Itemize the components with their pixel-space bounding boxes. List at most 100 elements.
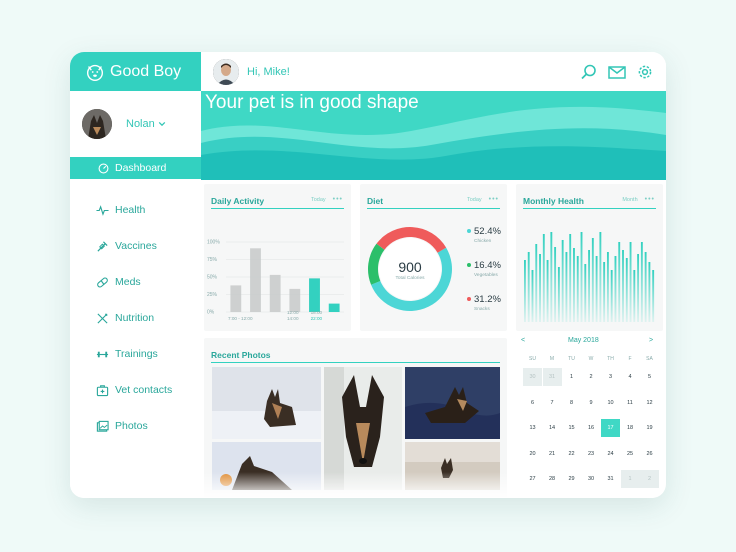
more-menu-icon[interactable]: •••: [489, 196, 499, 203]
calendar-weekday: SU: [529, 356, 536, 362]
health-bar: [550, 232, 553, 322]
sidebar-item-label: Vet contacts: [115, 384, 173, 396]
sidebar-item-health[interactable]: Health: [70, 192, 201, 228]
profile-switcher[interactable]: Nolan: [70, 91, 201, 157]
dumbbell-icon: [96, 351, 109, 357]
hero-banner: Your pet is in good shape: [201, 91, 666, 180]
calendar-day[interactable]: 17: [601, 419, 620, 437]
mail-icon[interactable]: [608, 64, 626, 80]
syringe-icon: [97, 240, 108, 252]
calendar-day[interactable]: 7: [543, 394, 562, 412]
health-bar: [610, 270, 613, 322]
health-bar: [648, 262, 651, 322]
health-bar: [580, 232, 583, 322]
heartbeat-icon: [96, 204, 109, 216]
calendar-day[interactable]: 3: [601, 368, 620, 386]
y-tick-label: 100%: [207, 240, 220, 246]
calendar-day[interactable]: 11: [621, 394, 640, 412]
calendar-day[interactable]: 25: [621, 445, 640, 463]
sidebar-item-label: Photos: [115, 420, 148, 432]
calendar-day[interactable]: 24: [601, 445, 620, 463]
calendar-day[interactable]: 8: [562, 394, 581, 412]
calendar-day[interactable]: 2: [640, 470, 659, 488]
sidebar-item-photos[interactable]: Photos: [70, 408, 201, 444]
calendar-day[interactable]: 21: [543, 445, 562, 463]
calendar-day[interactable]: 29: [562, 470, 581, 488]
calendar-day[interactable]: 23: [582, 445, 601, 463]
medical-kit-icon: [96, 384, 109, 396]
card-title: Recent Photos: [211, 350, 271, 360]
legend-label: Vegetables: [474, 273, 498, 278]
sidebar-item-label: Dashboard: [115, 162, 167, 174]
calendar-prev-button[interactable]: <: [521, 337, 525, 344]
health-bar: [618, 242, 621, 322]
calendar-day[interactable]: 31: [601, 470, 620, 488]
monthly-health-card: Monthly Health Month •••: [516, 184, 663, 331]
calendar-day[interactable]: 27: [523, 470, 542, 488]
calendar-day[interactable]: 13: [523, 419, 542, 437]
calendar-day[interactable]: 14: [543, 419, 562, 437]
calendar-day[interactable]: 20: [523, 445, 542, 463]
calendar-day[interactable]: 19: [640, 419, 659, 437]
dog-logo-icon: [86, 64, 104, 81]
calendar-day[interactable]: 9: [582, 394, 601, 412]
x-tick-label: 12:00: [287, 310, 299, 315]
sidebar-item-label: Nutrition: [115, 312, 155, 324]
sidebar-item-meds[interactable]: Meds: [70, 264, 201, 300]
sidebar-item-label: Vaccines: [115, 240, 157, 252]
calendar-day[interactable]: 6: [523, 394, 542, 412]
photos-fade: [204, 472, 507, 498]
hero-title: Your pet is in good shape: [205, 92, 419, 113]
period-dropdown[interactable]: Today: [467, 197, 482, 203]
calendar-next-button[interactable]: >: [649, 337, 653, 344]
health-bar: [569, 234, 572, 322]
sidebar-item-vaccines[interactable]: Vaccines: [70, 228, 201, 264]
health-bar: [599, 232, 602, 322]
greeting-text: Hi, Mike!: [247, 65, 290, 78]
brand-bar[interactable]: Good Boy: [70, 52, 201, 91]
sidebar-item-nutrition[interactable]: Nutrition: [70, 300, 201, 336]
sidebar: Good Boy Nolan Dashboard Health Vaccines: [70, 52, 201, 498]
health-bar: [629, 242, 632, 322]
calendar-day[interactable]: 28: [543, 470, 562, 488]
calendar-day[interactable]: 18: [621, 419, 640, 437]
user-avatar[interactable]: [213, 58, 239, 85]
calendar-day[interactable]: 22: [562, 445, 581, 463]
activity-bar: [289, 288, 301, 312]
calendar-day[interactable]: 15: [562, 419, 581, 437]
calendar-day[interactable]: 2: [582, 368, 601, 386]
calendar-day[interactable]: 26: [640, 445, 659, 463]
health-bar: [531, 270, 534, 322]
calendar-day[interactable]: 16: [582, 419, 601, 437]
legend-pct: 52.4%: [474, 226, 501, 237]
x-tick-label: 22:00: [311, 316, 323, 321]
activity-bar: [230, 285, 242, 312]
sidebar-item-trainings[interactable]: Trainings: [70, 336, 201, 372]
health-bar: [588, 250, 590, 322]
calendar-day[interactable]: 31: [542, 368, 562, 386]
calendar-day[interactable]: 12: [640, 394, 659, 412]
photo-thumbnail[interactable]: [405, 367, 500, 439]
calendar-day[interactable]: 10: [601, 394, 620, 412]
health-bar: [557, 267, 560, 322]
y-tick-label: 0%: [207, 310, 215, 316]
calendar-day[interactable]: 4: [621, 368, 640, 386]
legend-label: Chicken: [474, 239, 492, 244]
calendar-weekday: W: [588, 356, 594, 362]
legend-item-chicken: 52.4% Chicken: [467, 226, 507, 244]
calendar-day[interactable]: 30: [582, 470, 601, 488]
calendar-day[interactable]: 5: [640, 368, 659, 386]
gear-icon[interactable]: [636, 64, 654, 80]
sidebar-item-label: Health: [115, 204, 146, 216]
utensils-icon: [97, 312, 108, 324]
calendar-day[interactable]: 30: [523, 368, 542, 386]
calendar-day[interactable]: 1: [620, 470, 640, 488]
diet-total-label: Total Calories: [395, 276, 425, 281]
search-icon[interactable]: [580, 64, 598, 80]
calendar-day[interactable]: 1: [562, 368, 581, 386]
sidebar-item-vet-contacts[interactable]: Vet contacts: [70, 372, 201, 408]
sidebar-item-dashboard[interactable]: Dashboard: [70, 157, 201, 179]
photo-thumbnail[interactable]: [212, 367, 321, 439]
sidebar-nav: Health Vaccines Meds Nutrition Trainings…: [70, 192, 201, 444]
legend-pct: 16.4%: [474, 260, 501, 271]
